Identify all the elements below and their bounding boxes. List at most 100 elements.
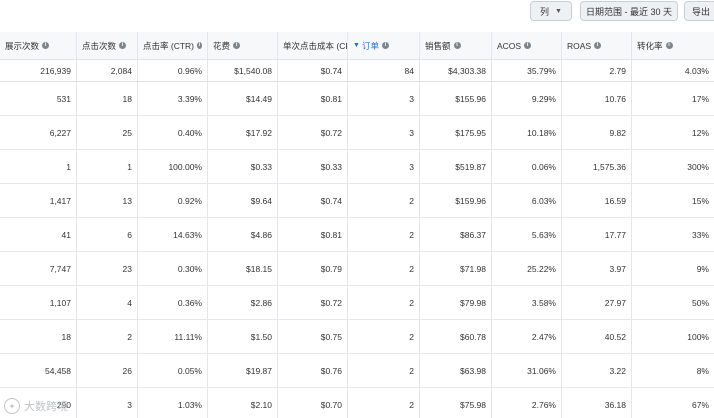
table-cell: $71.98 <box>420 252 492 285</box>
table-cell: 18 <box>77 82 138 115</box>
chevron-down-icon: ▼ <box>555 7 562 15</box>
table-cell: $17.92 <box>208 116 278 149</box>
table-row[interactable]: 54,458 26 0.05% $19.87 $0.76 2 $63.98 31.06% 3.2… <box>0 354 714 388</box>
table-cell: $0.81 <box>278 218 348 251</box>
table-cell: 36.18 <box>562 388 632 418</box>
table-row[interactable]: 6,227 25 0.40% $17.92 $0.72 3 $175.95 10.18% 9.8… <box>0 116 714 150</box>
table-cell: 33% <box>691 229 709 240</box>
table-cell: 6.03% <box>492 184 562 217</box>
table-cell: 3.39% <box>138 82 208 115</box>
table-cell: $175.95 <box>420 116 492 149</box>
table-cell: 3 <box>348 82 420 115</box>
table-cell: $14.49 <box>208 82 278 115</box>
table-cell: 40.52 <box>562 320 632 353</box>
table-cell: $0.81 <box>278 82 348 115</box>
info-icon[interactable]: i <box>665 42 673 49</box>
total-cell: 0.96% <box>138 60 208 81</box>
column-header-sales[interactable]: 销售额 i <box>420 32 492 59</box>
table-cell: 6,227 <box>0 116 77 149</box>
info-icon[interactable]: i <box>197 42 202 49</box>
table-cell: 14.63% <box>138 218 208 251</box>
total-cell: 84 <box>348 60 420 81</box>
table-cell: $9.64 <box>208 184 278 217</box>
table-row[interactable]: 41 6 14.63% $4.86 $0.81 2 $86.37 5.63% 17.77 33% <box>0 218 714 252</box>
table-cell: $2.86 <box>208 286 278 319</box>
column-header-acos[interactable]: ACOS i <box>492 32 562 59</box>
table-cell: 23 <box>77 252 138 285</box>
table-cell: $0.70 <box>278 388 348 418</box>
table-cell: $1.50 <box>208 320 278 353</box>
column-header-spend[interactable]: 花费 i <box>208 32 278 59</box>
table-cell: $18.15 <box>208 252 278 285</box>
export-button[interactable]: 导出 <box>684 1 714 21</box>
table-cell: 1,575.36 <box>562 150 632 183</box>
table-cell: 10.76 <box>562 82 632 115</box>
table-cell: 67% <box>691 399 709 410</box>
table-row[interactable]: 7,747 23 0.30% $18.15 $0.79 2 $71.98 25.22% 3.97… <box>0 252 714 286</box>
watermark-logo-icon: ✦ <box>4 398 20 414</box>
table-cell: 3 <box>348 116 420 149</box>
table-cell: 2.76% <box>492 388 562 418</box>
info-icon[interactable]: i <box>594 42 602 49</box>
table-cell: 3 <box>348 150 420 183</box>
table-cell: $159.96 <box>420 184 492 217</box>
column-header-clicks[interactable]: 点击次数 i <box>77 32 138 59</box>
table-cell: $2.10 <box>208 388 278 418</box>
total-cell: 35.79% <box>492 60 562 81</box>
table-row[interactable]: 290 3 1.03% $2.10 $0.70 2 $75.98 2.76% 36.18 67% <box>0 388 714 418</box>
table-cell: 25 <box>77 116 138 149</box>
table-cell: 27.97 <box>562 286 632 319</box>
table-cell: 9.29% <box>492 82 562 115</box>
info-icon[interactable]: i <box>119 42 127 49</box>
table-row[interactable]: 18 2 11.11% $1.50 $0.75 2 $60.78 2.47% 40.52 100% <box>0 320 714 354</box>
table-row[interactable]: 1,417 13 0.92% $9.64 $0.74 2 $159.96 6.03% 16.59… <box>0 184 714 218</box>
total-cell: 2.79 <box>562 60 632 81</box>
info-icon[interactable]: i <box>42 42 50 49</box>
table-cell: 100.00% <box>138 150 208 183</box>
table-cell: 26 <box>77 354 138 387</box>
column-header-roas[interactable]: ROAS i <box>562 32 632 59</box>
table-cell: 3 <box>77 388 138 418</box>
table-cell: 9% <box>696 263 709 274</box>
watermark: ✦ 大数跨境 <box>4 398 68 414</box>
columns-button[interactable]: 列 ▼ <box>530 1 572 21</box>
info-icon[interactable]: i <box>381 42 389 49</box>
info-icon[interactable]: i <box>453 42 461 49</box>
table-cell: $4.86 <box>208 218 278 251</box>
columns-label: 列 <box>540 6 550 17</box>
table-cell: 2 <box>348 320 420 353</box>
table-cell: 4 <box>77 286 138 319</box>
info-icon[interactable]: i <box>233 42 241 49</box>
date-range-button[interactable]: 日期范围 - 最近 30 天 <box>580 1 678 21</box>
table-cell: 54,458 <box>0 354 77 387</box>
table-cell: $19.87 <box>208 354 278 387</box>
column-header-cpc[interactable]: 单次点击成本 (CPC) <box>278 32 348 59</box>
table-row[interactable]: 1 1 100.00% $0.33 $0.33 3 $519.87 0.06% 1,575.36… <box>0 150 714 184</box>
column-header-orders[interactable]: ▼ 订单 i <box>348 32 420 59</box>
table-cell: $86.37 <box>420 218 492 251</box>
table-cell: 3.58% <box>492 286 562 319</box>
table-cell: 17% <box>691 93 709 104</box>
table-header: 展示次数i 点击次数i 点击率 (CTR)i 花费i 单次点击成本 (CPC) … <box>0 32 714 60</box>
table-cell: 1,417 <box>0 184 77 217</box>
table-cell: 1 <box>77 150 138 183</box>
table-cell: 5.63% <box>492 218 562 251</box>
table-row[interactable]: 1,107 4 0.36% $2.86 $0.72 2 $79.98 3.58% 27.97 50… <box>0 286 714 320</box>
table-cell: 0.06% <box>492 150 562 183</box>
info-icon[interactable]: i <box>524 42 532 49</box>
column-header-ctr[interactable]: 点击率 (CTR) i <box>138 32 208 59</box>
table-cell: $79.98 <box>420 286 492 319</box>
column-header-conversion-rate[interactable]: 转化率 i <box>632 32 714 59</box>
table-cell: 2.47% <box>492 320 562 353</box>
table-cell: $155.96 <box>420 82 492 115</box>
table-cell: 16.59 <box>562 184 632 217</box>
table-cell: $0.33 <box>278 150 348 183</box>
table-cell: 3.97 <box>562 252 632 285</box>
column-header-impressions[interactable]: 展示次数 i <box>0 32 77 59</box>
total-cell: 2,084 <box>77 60 138 81</box>
table-row[interactable]: 531 18 3.39% $14.49 $0.81 3 $155.96 9.29% 10.76 1… <box>0 82 714 116</box>
table-cell: 15% <box>691 195 709 206</box>
table-cell: 300% <box>687 161 709 172</box>
table-cell: 100% <box>687 331 709 342</box>
table-cell: $0.72 <box>278 286 348 319</box>
